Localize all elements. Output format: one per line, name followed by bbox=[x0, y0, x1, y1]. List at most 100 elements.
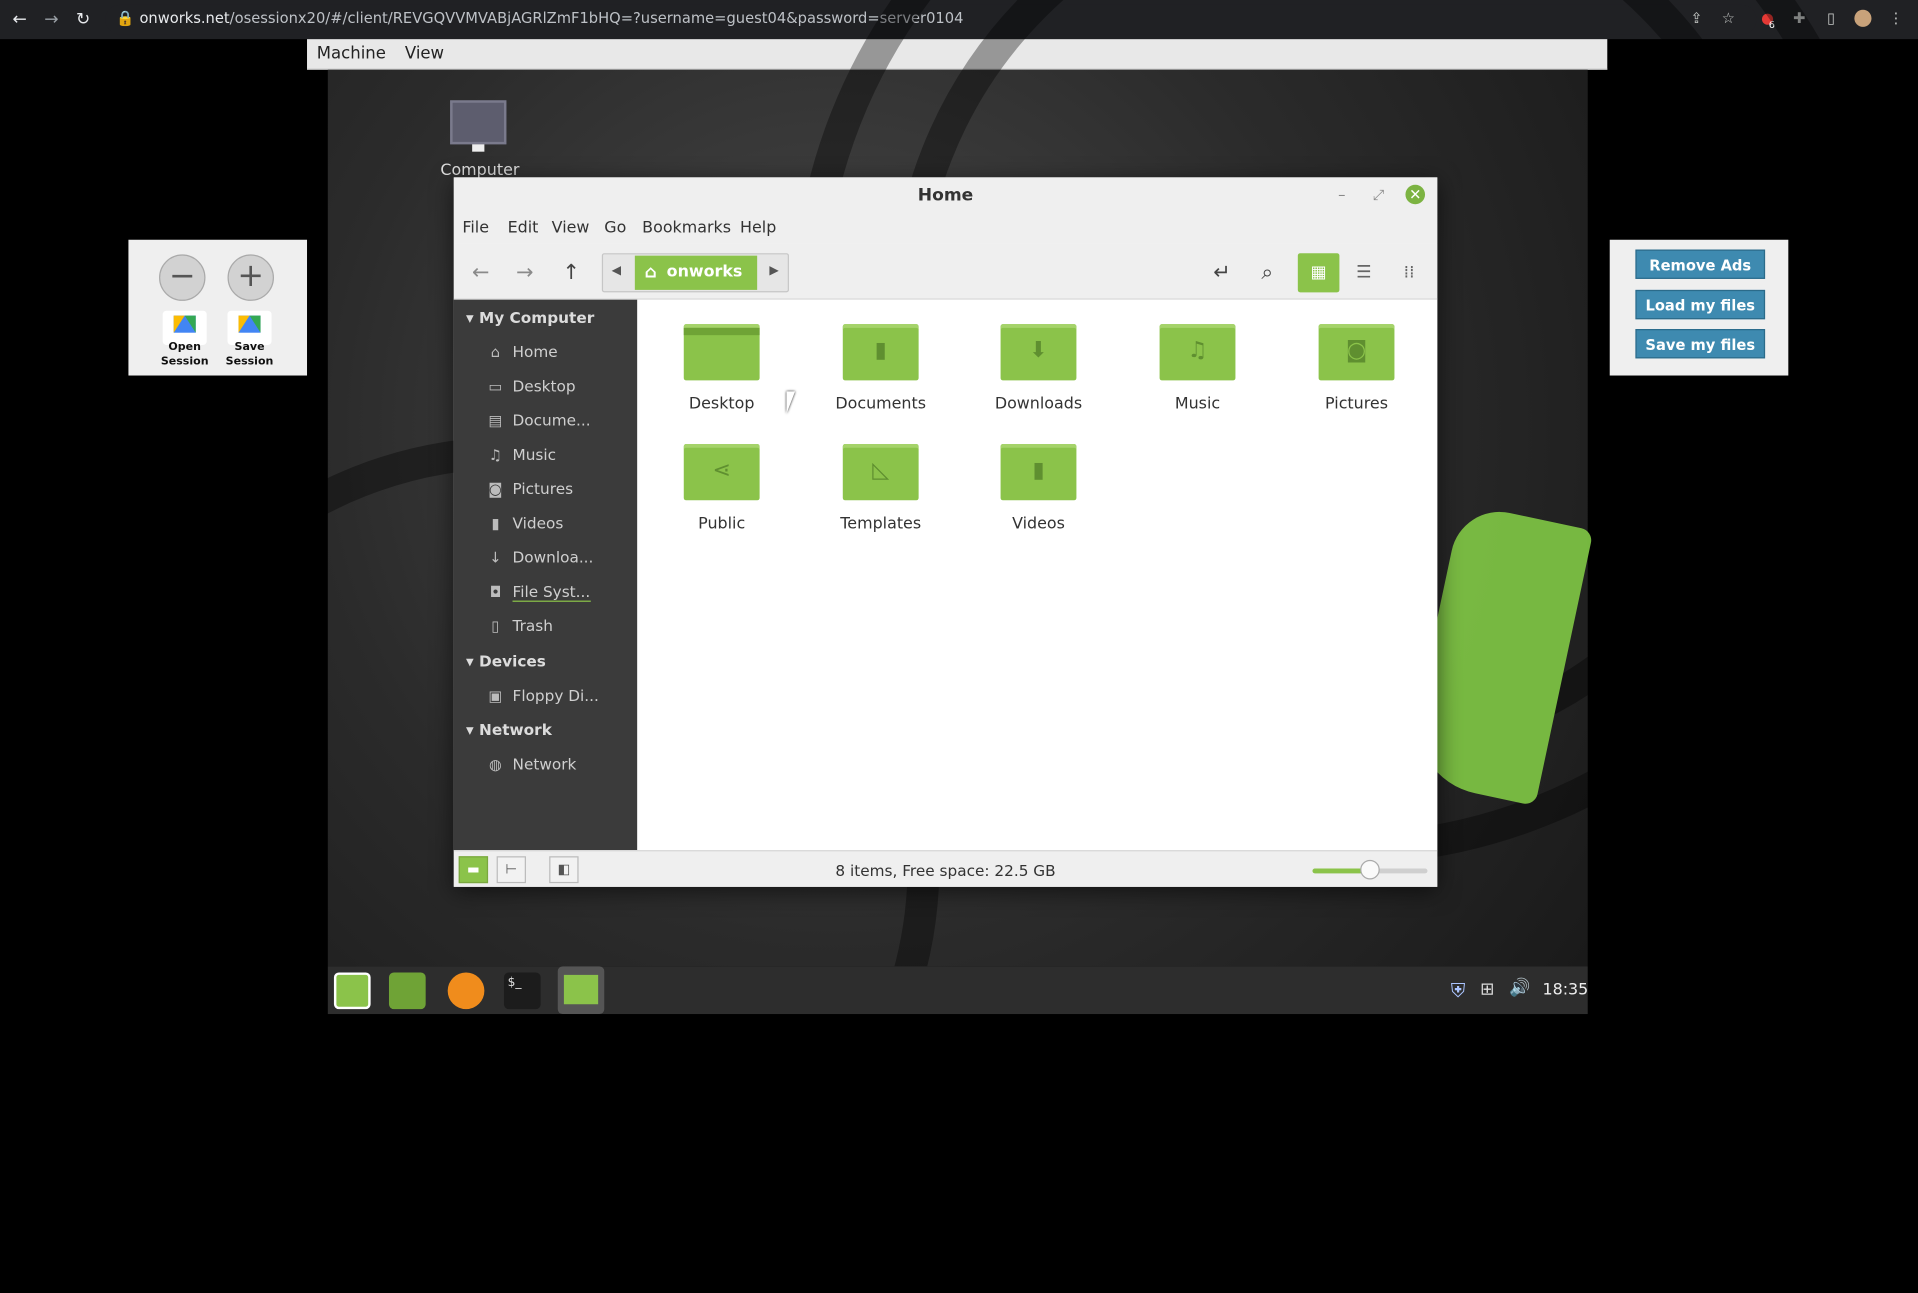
save-session-button[interactable]: Save Session bbox=[221, 340, 277, 369]
film-icon: ▮ bbox=[491, 514, 500, 533]
url-text[interactable]: onworks.net/osessionx20/#/client/REVGQVV… bbox=[139, 10, 963, 27]
reload-icon[interactable]: ↻ bbox=[72, 9, 94, 31]
shield-icon[interactable]: ⛨ bbox=[1451, 979, 1466, 1003]
up-arrow-icon[interactable]: ↑ bbox=[554, 256, 588, 290]
search-icon[interactable]: ⌕ bbox=[1250, 256, 1284, 290]
sidebar-item-downloads[interactable]: ↓ Downloa... bbox=[487, 548, 593, 567]
window-menubar: File Edit View Go Bookmarks Help bbox=[453, 214, 1438, 244]
folder-label: Public bbox=[698, 514, 746, 534]
sidebar-item-file-system[interactable]: ◘ File Syst... bbox=[487, 582, 591, 602]
zoom-in-button[interactable]: + bbox=[227, 254, 274, 301]
compact-view-icon[interactable]: ⁞⁞ bbox=[1388, 253, 1430, 292]
home-icon: ⌂ bbox=[644, 262, 657, 283]
breadcrumb-home[interactable]: ⌂ onworks bbox=[634, 255, 758, 290]
machine-menu[interactable]: Machine bbox=[317, 44, 386, 64]
save-files-button[interactable]: Save my files bbox=[1635, 329, 1766, 359]
load-files-button[interactable]: Load my files bbox=[1635, 289, 1766, 320]
view-menu[interactable]: View bbox=[405, 44, 444, 64]
window-titlebar[interactable]: Home – ⤢ ✕ bbox=[453, 177, 1438, 215]
trash-icon: ▯ bbox=[491, 617, 500, 635]
network-tray-icon[interactable]: ⊞ bbox=[1480, 980, 1494, 1000]
menu-view[interactable]: View bbox=[552, 219, 590, 237]
folder-label: Documents bbox=[835, 395, 927, 414]
sidebar-item-network[interactable]: ◍ Network bbox=[487, 755, 576, 774]
firefox-icon[interactable] bbox=[447, 972, 485, 1010]
volume-icon[interactable]: 🔊 bbox=[1509, 979, 1530, 999]
file-manager-window: Home – ⤢ ✕ File Edit View Go Bookmarks H… bbox=[453, 177, 1438, 887]
back-icon[interactable]: ← bbox=[9, 9, 31, 31]
sidebar-section-network[interactable]: ▾ Network bbox=[466, 720, 552, 738]
section-title: Network bbox=[479, 720, 552, 739]
lock-icon[interactable]: 🔒 bbox=[116, 10, 134, 27]
breadcrumb-label: onworks bbox=[666, 262, 743, 282]
sidebar-item-pictures[interactable]: ◙ Pictures bbox=[487, 479, 573, 497]
sidebar-item-desktop[interactable]: ▭ Desktop bbox=[487, 377, 575, 396]
forward-icon[interactable]: → bbox=[40, 9, 62, 31]
sidebar-item-home[interactable]: ⌂ Home bbox=[487, 342, 558, 360]
mint-menu-icon[interactable] bbox=[333, 972, 371, 1010]
menu-help[interactable]: Help bbox=[740, 219, 776, 237]
sidebar-item-floppy[interactable]: ▣ Floppy Di... bbox=[487, 686, 599, 705]
public-folder-icon: ⋖ bbox=[683, 444, 760, 501]
profile-icon[interactable] bbox=[1854, 9, 1872, 27]
files-task-button[interactable] bbox=[557, 966, 605, 1015]
taskbar: $_ ⛨ ⊞ 🔊 18:35 bbox=[327, 966, 1588, 1015]
section-title: Devices bbox=[479, 651, 546, 671]
folder-label: Pictures bbox=[1325, 395, 1389, 414]
menu-file[interactable]: File bbox=[462, 219, 489, 237]
folder-label: Templates bbox=[840, 514, 922, 534]
show-desktop-icon[interactable] bbox=[388, 972, 426, 1010]
list-view-icon[interactable]: ☰ bbox=[1343, 253, 1385, 292]
folder-label: Downloads bbox=[994, 395, 1083, 414]
more-icon[interactable]: ⋮ bbox=[1887, 10, 1904, 27]
breadcrumb: ◀ ⌂ onworks ▶ bbox=[601, 253, 789, 293]
menu-bookmarks[interactable]: Bookmarks bbox=[642, 219, 731, 237]
toggle-location-icon[interactable]: ↵ bbox=[1205, 256, 1239, 290]
close-icon[interactable]: ✕ bbox=[1405, 184, 1426, 205]
sidebar-item-videos[interactable]: ▮ Videos bbox=[487, 514, 563, 533]
forward-arrow-icon[interactable]: → bbox=[508, 256, 542, 290]
drive-icon: ◘ bbox=[489, 583, 502, 601]
back-arrow-icon[interactable]: ← bbox=[464, 256, 498, 290]
sidebar-item-trash[interactable]: ▯ Trash bbox=[487, 616, 553, 634]
zoom-out-button[interactable]: − bbox=[159, 254, 206, 301]
sidebar-item-label: Music bbox=[512, 445, 557, 464]
music-icon: ♫ bbox=[488, 446, 502, 464]
network-icon: ◍ bbox=[488, 755, 502, 774]
sidebar-item-music[interactable]: ♫ Music bbox=[487, 445, 556, 463]
menu-go[interactable]: Go bbox=[604, 219, 626, 237]
minimize-icon[interactable]: – bbox=[1332, 185, 1352, 205]
breadcrumb-right-icon[interactable]: ▶ bbox=[769, 264, 778, 277]
sidepanel-icon[interactable]: ▯ bbox=[1823, 10, 1840, 27]
open-session-button[interactable]: Open Session bbox=[157, 340, 213, 369]
sidebar-section-devices[interactable]: ▾ Devices bbox=[466, 652, 546, 670]
maximize-icon[interactable]: ⤢ bbox=[1369, 185, 1389, 205]
sidebar-item-label: Home bbox=[512, 342, 558, 361]
breadcrumb-left-icon[interactable]: ◀ bbox=[612, 264, 621, 277]
music-folder-icon: ♫ bbox=[1159, 324, 1236, 381]
sidebar-item-label: File Syst... bbox=[512, 582, 591, 602]
sidebar-item-documents[interactable]: ▤ Docume... bbox=[487, 411, 590, 429]
files-panel: Remove Ads Load my files Save my files bbox=[1609, 239, 1789, 376]
desktop-icon: ▭ bbox=[488, 377, 503, 396]
zoom-slider[interactable] bbox=[1312, 859, 1428, 880]
status-text: 8 items, Free space: 22.5 GB bbox=[835, 861, 1056, 880]
home-icon: ⌂ bbox=[490, 343, 501, 361]
url-domain: onworks.net bbox=[139, 9, 230, 27]
clock[interactable]: 18:35 bbox=[1542, 981, 1588, 999]
download-icon: ↓ bbox=[489, 549, 502, 567]
pictures-folder-icon: ◙ bbox=[1318, 324, 1395, 381]
desktop-folder-icon bbox=[683, 324, 760, 381]
icon-view-icon[interactable]: ▦ bbox=[1297, 253, 1340, 293]
sidebar-item-label: Floppy Di... bbox=[512, 686, 599, 705]
section-title: My Computer bbox=[479, 308, 595, 327]
file-view: Desktop ▮ Documents ⬇ Downloads ♫ Music … bbox=[637, 299, 1438, 851]
sidebar-section-my-computer[interactable]: ▾ My Computer bbox=[466, 308, 594, 326]
status-bar: ▬ ⊢ ◧ 8 items, Free space: 22.5 GB bbox=[453, 850, 1438, 887]
zoom-slider-knob[interactable] bbox=[1360, 859, 1380, 880]
remove-ads-button[interactable]: Remove Ads bbox=[1635, 249, 1766, 279]
templates-folder-icon: ◺ bbox=[842, 444, 919, 501]
computer-icon[interactable] bbox=[450, 100, 507, 145]
terminal-icon[interactable]: $_ bbox=[503, 972, 541, 1010]
menu-edit[interactable]: Edit bbox=[508, 219, 539, 237]
